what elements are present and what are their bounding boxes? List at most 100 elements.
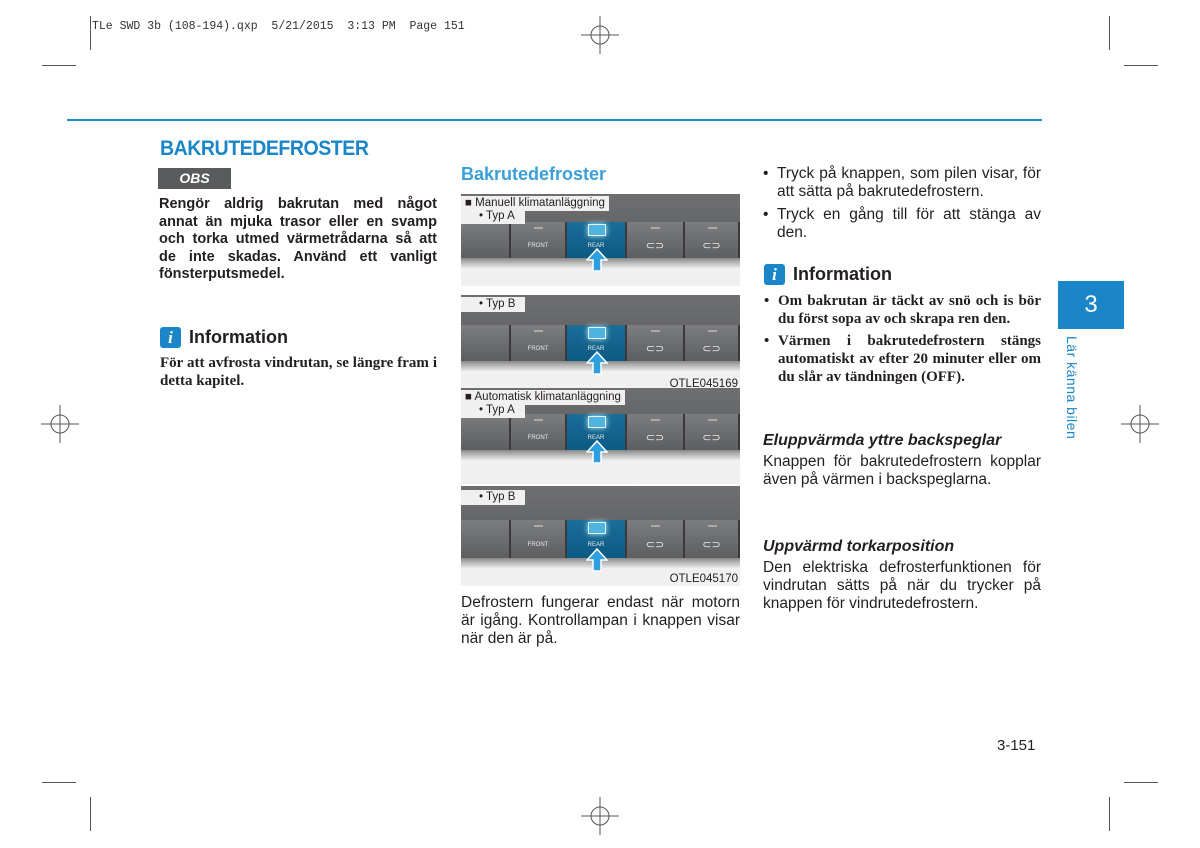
subsection-title: Bakrutedefroster <box>461 164 607 184</box>
figure-code: OTLE045170 <box>669 573 738 585</box>
wiper-title: Uppvärmd torkarposition <box>763 538 955 555</box>
climate-button[interactable] <box>461 325 511 361</box>
info-heading: i Information <box>764 264 1041 285</box>
climate-button[interactable]: ⊂⊃ <box>685 325 740 361</box>
climate-button[interactable]: ⊂⊃ <box>685 520 740 558</box>
instructions: Tryck på knappen, som pilen visar, för a… <box>763 165 1041 247</box>
button-label: FRONT <box>527 435 549 441</box>
button-label: FRONT <box>527 346 549 352</box>
front-defrost-button[interactable]: FRONT <box>511 520 567 558</box>
climate-button[interactable]: ⊂⊃ <box>627 222 685 258</box>
registration-mark-icon <box>581 797 619 835</box>
section-title: BAKRUTEDEFROSTER <box>160 137 369 160</box>
info-box-right: i Information Om bakrutan är täckt av sn… <box>764 264 1041 391</box>
climate-control-figure: FRONT REAR ⊂⊃ ⊂⊃ • Typ B OTLE045170 <box>461 486 740 586</box>
indicator-led <box>707 330 717 332</box>
registration-mark-icon <box>41 405 79 443</box>
info-item: Om bakrutan är täckt av snö och is bör d… <box>764 292 1041 328</box>
info-icon: i <box>764 264 785 285</box>
indicator-led <box>651 330 660 332</box>
climate-button[interactable]: ⊂⊃ <box>685 414 740 450</box>
front-defrost-button[interactable]: FRONT <box>511 325 567 361</box>
air-recirculation-icon: ⊂⊃ <box>645 239 665 252</box>
page-number: 3-151 <box>997 737 1036 754</box>
indicator-led <box>707 227 717 229</box>
indicator-led <box>534 227 543 229</box>
obs-text: Rengör aldrig bakrutan med något annat ä… <box>159 196 437 282</box>
crop-mark <box>42 782 76 783</box>
indicator-light-icon <box>588 522 606 534</box>
registration-mark-icon <box>1121 405 1159 443</box>
front-defrost-button[interactable]: FRONT <box>511 222 567 258</box>
registration-mark-icon <box>581 16 619 54</box>
air-recirculation-icon: ⊂⊃ <box>702 431 721 444</box>
instruction-item: Tryck på knappen, som pilen visar, för a… <box>763 165 1041 201</box>
indicator-led <box>651 419 660 421</box>
crop-mark <box>1124 782 1158 783</box>
variant-label: • Typ B <box>461 297 526 312</box>
climate-button[interactable] <box>461 414 511 450</box>
header-rule <box>67 119 1042 121</box>
info-heading: i Information <box>160 327 437 348</box>
crop-mark <box>42 65 76 66</box>
arrow-up-icon <box>586 351 608 375</box>
chapter-label: Lär känna bilen <box>1064 336 1080 440</box>
air-recirculation-icon: ⊂⊃ <box>645 431 665 444</box>
indicator-led <box>534 419 543 421</box>
air-recirculation-icon: ⊂⊃ <box>645 342 665 355</box>
air-recirculation-icon: ⊂⊃ <box>645 538 665 551</box>
info-item: Värmen i bakrutedefrostern stängs automa… <box>764 332 1041 386</box>
climate-button[interactable]: ⊂⊃ <box>627 414 685 450</box>
wiper-text: Den elektriska defrosterfunktionen för v… <box>763 559 1041 612</box>
arrow-up-icon <box>586 440 608 464</box>
info-box-left: i Information För att avfrosta vindrutan… <box>160 327 437 390</box>
climate-control-figure: FRONT REAR ⊂⊃ ⊂⊃ • Typ B OTLE045169 <box>461 295 740 391</box>
mirrors-title: Eluppvärmda yttre backspeglar <box>763 432 1002 449</box>
instruction-list: Tryck på knappen, som pilen visar, för a… <box>763 165 1041 242</box>
variant-label: • Typ A <box>461 209 525 224</box>
defroster-note: Defrostern fungerar endast när motorn är… <box>461 594 740 647</box>
button-label: FRONT <box>527 243 549 249</box>
mirrors-text: Knappen för bakrutedefrostern kopplar äv… <box>763 453 1041 488</box>
indicator-light-icon <box>588 224 606 236</box>
mirrors-section: Eluppvärmda yttre backspeglar Knappen fö… <box>763 432 1041 489</box>
crop-mark <box>1124 65 1158 66</box>
print-slug: TLe SWD 3b (108-194).qxp 5/21/2015 3:13 … <box>92 20 465 33</box>
indicator-light-icon <box>588 416 606 428</box>
indicator-led <box>707 419 717 421</box>
info-icon: i <box>160 327 181 348</box>
indicator-led <box>651 525 660 527</box>
chapter-tab[interactable]: 3 <box>1058 281 1124 329</box>
arrow-up-icon <box>586 248 608 272</box>
button-label: FRONT <box>527 542 549 548</box>
info-text: För att avfrosta vindrutan, se längre fr… <box>160 355 437 389</box>
variant-label: • Typ B <box>461 490 526 505</box>
air-recirculation-icon: ⊂⊃ <box>702 342 721 355</box>
indicator-led <box>651 227 660 229</box>
climate-control-figure: FRONT REAR ⊂⊃ ⊂⊃ ■ Manuell klimatanläggning •… <box>461 194 740 286</box>
climate-button[interactable]: ⊂⊃ <box>627 325 685 361</box>
climate-button[interactable]: ⊂⊃ <box>627 520 685 558</box>
arrow-up-icon <box>586 548 608 572</box>
crop-mark <box>1109 16 1110 50</box>
climate-button[interactable] <box>461 520 511 558</box>
indicator-led <box>707 525 717 527</box>
air-recirculation-icon: ⊂⊃ <box>702 239 721 252</box>
variant-label: • Typ A <box>461 403 525 418</box>
instruction-item: Tryck en gång till för att stänga av den… <box>763 206 1041 242</box>
air-recirculation-icon: ⊂⊃ <box>702 538 721 551</box>
crop-mark <box>1109 797 1110 831</box>
indicator-led <box>534 330 543 332</box>
info-title: Information <box>793 264 892 284</box>
info-title: Information <box>189 327 288 347</box>
crop-mark <box>90 797 91 831</box>
climate-button[interactable] <box>461 222 511 258</box>
wiper-section: Uppvärmd torkarposition Den elektriska d… <box>763 538 1041 613</box>
indicator-light-icon <box>588 327 606 339</box>
climate-control-figure: FRONT REAR ⊂⊃ ⊂⊃ ■ Automatisk klimatanläggni… <box>461 388 740 484</box>
front-defrost-button[interactable]: FRONT <box>511 414 567 450</box>
crop-mark <box>90 16 91 50</box>
obs-badge: OBS <box>158 168 231 189</box>
info-list: Om bakrutan är täckt av snö och is bör d… <box>764 292 1041 386</box>
climate-button[interactable]: ⊂⊃ <box>685 222 740 258</box>
